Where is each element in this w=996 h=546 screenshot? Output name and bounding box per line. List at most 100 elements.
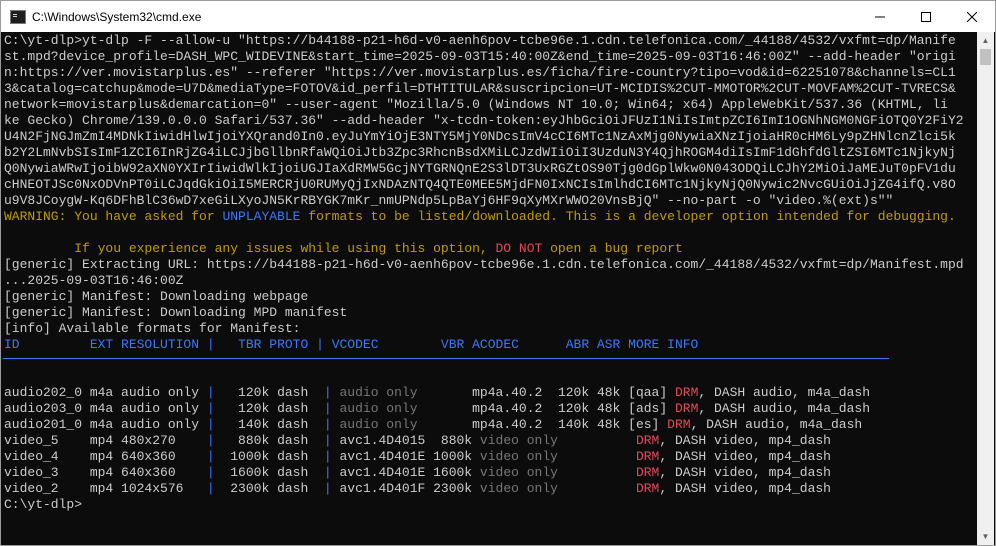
cell-acodec: video only — [479, 481, 636, 496]
scroll-up-icon[interactable]: ▲ — [977, 32, 994, 49]
warning-line: WARNING: You have asked for UNPLAYABLE f… — [4, 209, 956, 225]
console-line: C:\yt-dlp>yt-dlp -F --allow-u "https://b… — [4, 33, 956, 48]
drm-flag: DRM — [635, 465, 660, 480]
window-controls — [857, 1, 995, 32]
column-pipe: | — [323, 449, 332, 464]
cell-tbr: 140k dash — [214, 417, 324, 432]
console-line: 3&catalog=catchup&mode=U7D&mediaType=FOT… — [4, 81, 956, 96]
header-codec-cols: VCODEC VBR ACODEC ABR ASR MORE INFO — [323, 337, 699, 352]
cell-acodec: video only — [479, 465, 636, 480]
notice-text: open a bug report — [542, 241, 683, 256]
window-title: C:\Windows\System32\cmd.exe — [32, 9, 202, 24]
cell-tbr: 880k dash — [214, 433, 324, 448]
cell-info: , DASH video, mp4_dash — [659, 449, 831, 464]
cell-format: video_4 mp4 640x360 — [4, 449, 207, 464]
drm-flag: DRM — [667, 417, 691, 432]
column-pipe: | — [323, 433, 332, 448]
table-row: audio202_0 m4a audio only | 120k dash | … — [4, 385, 870, 401]
table-header: ID EXT RESOLUTION | TBR PROTO | VCODEC V… — [4, 337, 698, 353]
unplayable-keyword: UNPLAYABLE — [222, 209, 301, 224]
cell-info: , DASH video, mp4_dash — [659, 481, 831, 496]
table-row: video_2 mp4 1024x576 | 2300k dash | avc1… — [4, 481, 831, 497]
scroll-down-icon[interactable]: ▼ — [977, 528, 994, 545]
column-pipe: | — [206, 481, 215, 496]
column-pipe: | — [206, 465, 215, 480]
cell-format: audio202_0 m4a audio only — [4, 385, 207, 400]
column-pipe: | — [323, 465, 332, 480]
cell-format: audio201_0 m4a audio only — [4, 417, 207, 432]
cell-tbr: 120k dash — [214, 385, 324, 400]
column-pipe: | — [323, 417, 332, 432]
table-row: video_5 mp4 480x270 | 880k dash | avc1.4… — [4, 433, 831, 449]
console-line: ke Gecko) Chrome/139.0.0.0 Safari/537.36… — [4, 113, 964, 128]
console-line: network=movistarplus&demarcation=0" --us… — [4, 97, 948, 112]
cell-vcodec: audio only — [331, 417, 473, 432]
warning-text: You have asked for — [66, 209, 223, 224]
vertical-scrollbar[interactable]: ▲ ▼ — [977, 32, 994, 545]
scroll-thumb[interactable] — [980, 49, 991, 65]
cell-acodec: mp4a.40.2 140k 48k [es] — [472, 417, 668, 432]
cell-vcodec: avc1.4D401E 1600k — [331, 465, 480, 480]
cmd-icon — [10, 9, 26, 24]
cell-vcodec: audio only — [331, 385, 473, 400]
notice-line: If you experience any issues while using… — [4, 241, 683, 257]
cell-vcodec: avc1.4D4015 880k — [331, 433, 480, 448]
cell-acodec: video only — [479, 449, 636, 464]
cell-format: video_5 mp4 480x270 — [4, 433, 207, 448]
header-id-cols: ID EXT RESOLUTION — [4, 337, 207, 352]
cell-info: , DASH video, mp4_dash — [659, 433, 831, 448]
header-pipe: | — [316, 337, 324, 352]
console-line: U4N2FjNGJmZmI4MDNkIiwidHlwIjoiYXQrand0In… — [4, 129, 956, 144]
header-separator — [3, 358, 889, 359]
console-output[interactable]: C:\yt-dlp>yt-dlp -F --allow-u "https://b… — [1, 32, 978, 546]
column-pipe: | — [206, 433, 215, 448]
warning-prefix: WARNING: — [4, 209, 67, 224]
table-row: video_3 mp4 640x360 | 1600k dash | avc1.… — [4, 465, 831, 481]
cell-format: video_3 mp4 640x360 — [4, 465, 207, 480]
console-line: [generic] Manifest: Downloading MPD mani… — [4, 305, 348, 320]
console-line: ...2025-09-03T16:46:00Z — [4, 273, 184, 288]
cell-tbr: 120k dash — [214, 401, 324, 416]
header-pipe: | — [206, 337, 215, 352]
drm-flag: DRM — [674, 401, 699, 416]
column-pipe: | — [206, 401, 215, 416]
console-line: [info] Available formats for Manifest: — [4, 321, 301, 336]
table-row: audio201_0 m4a audio only | 140k dash | … — [4, 417, 862, 433]
maximize-button[interactable] — [903, 1, 949, 32]
cell-info: , DASH audio, m4a_dash — [698, 385, 871, 400]
header-tbr-cols: TBR PROTO — [214, 337, 317, 352]
column-pipe: | — [206, 449, 215, 464]
cell-info: , DASH video, mp4_dash — [659, 465, 831, 480]
table-row: video_4 mp4 640x360 | 1000k dash | avc1.… — [4, 449, 831, 465]
cell-vcodec: avc1.4D401E 1000k — [331, 449, 480, 464]
cell-acodec: mp4a.40.2 120k 48k [ads] — [472, 401, 675, 416]
column-pipe: | — [206, 417, 215, 432]
console-line: [generic] Extracting URL: https://b44188… — [4, 257, 964, 272]
close-button[interactable] — [949, 1, 995, 32]
title-bar[interactable]: C:\Windows\System32\cmd.exe — [1, 1, 995, 32]
notice-text: If you experience any issues while using… — [4, 241, 496, 256]
column-pipe: | — [323, 385, 332, 400]
maximize-icon — [921, 11, 931, 22]
drm-flag: DRM — [635, 481, 660, 496]
cell-acodec: video only — [479, 433, 636, 448]
column-pipe: | — [323, 401, 332, 416]
prompt-line: C:\yt-dlp> — [4, 497, 83, 512]
console-line: [generic] Manifest: Downloading webpage — [4, 289, 309, 304]
cell-vcodec: audio only — [331, 401, 473, 416]
do-not-keyword: DO NOT — [495, 241, 543, 256]
column-pipe: | — [206, 385, 215, 400]
console-line: cHNEOTJSc0NxODVnPT0iLCJqdGkiOiI5MERCRjU0… — [4, 177, 956, 192]
cell-vcodec: avc1.4D401F 2300k — [331, 481, 480, 496]
cell-info: , DASH audio, m4a_dash — [690, 417, 863, 432]
minimize-button[interactable] — [857, 1, 903, 32]
console-line: st.mpd?device_profile=DASH_WPC_WIDEVINE&… — [4, 49, 956, 64]
drm-flag: DRM — [674, 385, 699, 400]
cell-tbr: 2300k dash — [214, 481, 324, 496]
cell-format: video_2 mp4 1024x576 — [4, 481, 207, 496]
cell-tbr: 1000k dash — [214, 449, 324, 464]
cmd-window: C:\Windows\System32\cmd.exe C:\yt-dlp>yt… — [0, 0, 996, 546]
drm-flag: DRM — [635, 449, 660, 464]
column-pipe: | — [323, 481, 332, 496]
minimize-icon — [875, 16, 885, 17]
